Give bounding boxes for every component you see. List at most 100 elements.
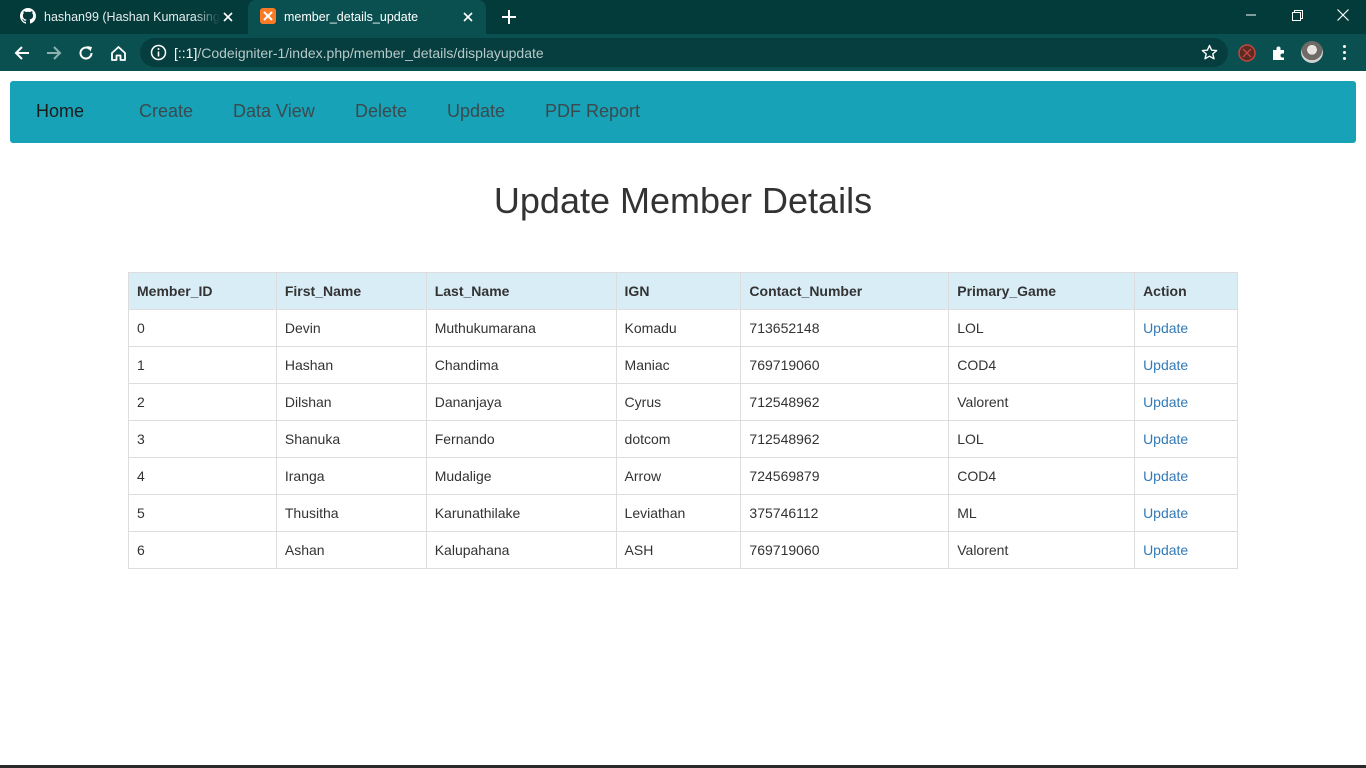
cell-action: Update [1134, 346, 1238, 384]
column-header: Primary_Game [948, 272, 1136, 310]
table-row: 0 Devin Muthukumarana Komadu 713652148 L… [128, 309, 1238, 347]
bookmark-star-icon[interactable] [1201, 44, 1218, 61]
cell-member-id: 3 [128, 420, 277, 458]
update-link[interactable]: Update [1143, 505, 1188, 521]
url-text: [::1]/Codeigniter-1/index.php/member_det… [174, 45, 544, 61]
nav-update-link[interactable]: Update [447, 101, 505, 122]
cell-first-name: Devin [275, 309, 427, 347]
cell-last-name: Karunathilake [425, 494, 617, 532]
info-icon[interactable] [150, 44, 167, 61]
close-icon[interactable] [460, 9, 476, 25]
browser-toolbar: [::1]/Codeigniter-1/index.php/member_det… [0, 34, 1366, 71]
cell-ign: dotcom [615, 420, 742, 458]
cell-member-id: 2 [128, 383, 277, 421]
cell-action: Update [1134, 309, 1238, 347]
cell-member-id: 0 [128, 309, 277, 347]
cell-first-name: Dilshan [275, 383, 427, 421]
reload-icon[interactable] [73, 40, 99, 66]
page-title: Update Member Details [493, 180, 873, 221]
column-header: IGN [615, 272, 742, 310]
table-row: 4 Iranga Mudalige Arrow 724569879 COD4 U… [128, 457, 1238, 495]
cell-ign: Cyrus [615, 383, 742, 421]
browser-tab-member-details[interactable]: member_details_update [248, 0, 486, 34]
table-header-row: Member_ID First_Name Last_Name IGN Conta… [128, 272, 1238, 310]
column-header: First_Name [275, 272, 427, 310]
cell-first-name: Hashan [275, 346, 427, 384]
cell-contact-number: 769719060 [740, 531, 950, 569]
cell-ign: Komadu [615, 309, 742, 347]
address-bar[interactable]: [::1]/Codeigniter-1/index.php/member_det… [140, 38, 1228, 67]
home-icon[interactable] [105, 40, 131, 66]
cell-contact-number: 713652148 [740, 309, 950, 347]
nav-data-view-link[interactable]: Data View [233, 101, 315, 122]
cell-primary-game: LOL [948, 420, 1136, 458]
cell-last-name: Fernando [425, 420, 617, 458]
tab-title: hashan99 (Hashan Kumarasinghe) [44, 10, 220, 24]
cell-contact-number: 769719060 [740, 346, 950, 384]
cell-ign: Maniac [615, 346, 742, 384]
update-link[interactable]: Update [1143, 394, 1188, 410]
minimize-icon[interactable] [1228, 0, 1274, 30]
profile-avatar[interactable] [1301, 41, 1323, 63]
cell-contact-number: 712548962 [740, 383, 950, 421]
window-close-icon[interactable] [1320, 0, 1366, 30]
cell-ign: Leviathan [615, 494, 742, 532]
cell-primary-game: Valorent [948, 383, 1136, 421]
cell-first-name: Thusitha [275, 494, 427, 532]
cell-member-id: 5 [128, 494, 277, 532]
cell-contact-number: 724569879 [740, 457, 950, 495]
column-header: Member_ID [128, 272, 277, 310]
cell-primary-game: COD4 [948, 346, 1136, 384]
update-link[interactable]: Update [1143, 431, 1188, 447]
update-link[interactable]: Update [1143, 542, 1188, 558]
cell-primary-game: Valorent [948, 531, 1136, 569]
update-link[interactable]: Update [1143, 357, 1188, 373]
column-header: Contact_Number [740, 272, 950, 310]
browser-tab-github[interactable]: hashan99 (Hashan Kumarasinghe) [8, 0, 246, 34]
extensions-puzzle-icon[interactable] [1270, 44, 1288, 62]
nav-home-link[interactable]: Home [36, 101, 84, 122]
update-link[interactable]: Update [1143, 468, 1188, 484]
browser-menu-icon[interactable] [1336, 41, 1352, 63]
cell-last-name: Mudalige [425, 457, 617, 495]
github-icon [20, 7, 36, 27]
nav-delete-link[interactable]: Delete [355, 101, 407, 122]
cell-member-id: 1 [128, 346, 277, 384]
table-row: 3 Shanuka Fernando dotcom 712548962 LOL … [128, 420, 1238, 458]
cell-first-name: Shanuka [275, 420, 427, 458]
cell-ign: ASH [615, 531, 742, 569]
table-row: 5 Thusitha Karunathilake Leviathan 37574… [128, 494, 1238, 532]
table-row: 6 Ashan Kalupahana ASH 769719060 Valoren… [128, 531, 1238, 569]
tab-title: member_details_update [284, 10, 419, 24]
cell-member-id: 6 [128, 531, 277, 569]
cell-action: Update [1134, 457, 1238, 495]
cell-first-name: Iranga [275, 457, 427, 495]
site-navbar: Home Create Data View Delete Update PDF … [10, 81, 1356, 143]
cell-contact-number: 712548962 [740, 420, 950, 458]
extension-badge-icon[interactable] [1238, 44, 1256, 62]
cell-last-name: Kalupahana [425, 531, 617, 569]
cell-last-name: Muthukumarana [425, 309, 617, 347]
browser-tabstrip: hashan99 (Hashan Kumarasinghe) member_de… [0, 0, 1366, 34]
cell-last-name: Dananjaya [425, 383, 617, 421]
cell-last-name: Chandima [425, 346, 617, 384]
forward-arrow-icon[interactable] [41, 40, 67, 66]
new-tab-plus-icon[interactable] [498, 6, 520, 28]
cell-primary-game: ML [948, 494, 1136, 532]
url-host: [::1] [174, 45, 198, 61]
table-row: 2 Dilshan Dananjaya Cyrus 712548962 Valo… [128, 383, 1238, 421]
restore-icon[interactable] [1274, 0, 1320, 30]
url-path: /Codeigniter-1/index.php/member_details/… [197, 45, 544, 61]
close-icon[interactable] [220, 9, 236, 25]
cell-member-id: 4 [128, 457, 277, 495]
back-arrow-icon[interactable] [9, 40, 35, 66]
members-table: Member_ID First_Name Last_Name IGN Conta… [128, 272, 1238, 569]
nav-pdf-report-link[interactable]: PDF Report [545, 101, 640, 122]
cell-action: Update [1134, 531, 1238, 569]
cell-contact-number: 375746112 [740, 494, 950, 532]
update-link[interactable]: Update [1143, 320, 1188, 336]
column-header: Last_Name [425, 272, 617, 310]
xampp-icon [260, 7, 276, 27]
nav-create-link[interactable]: Create [139, 101, 193, 122]
table-row: 1 Hashan Chandima Maniac 769719060 COD4 … [128, 346, 1238, 384]
